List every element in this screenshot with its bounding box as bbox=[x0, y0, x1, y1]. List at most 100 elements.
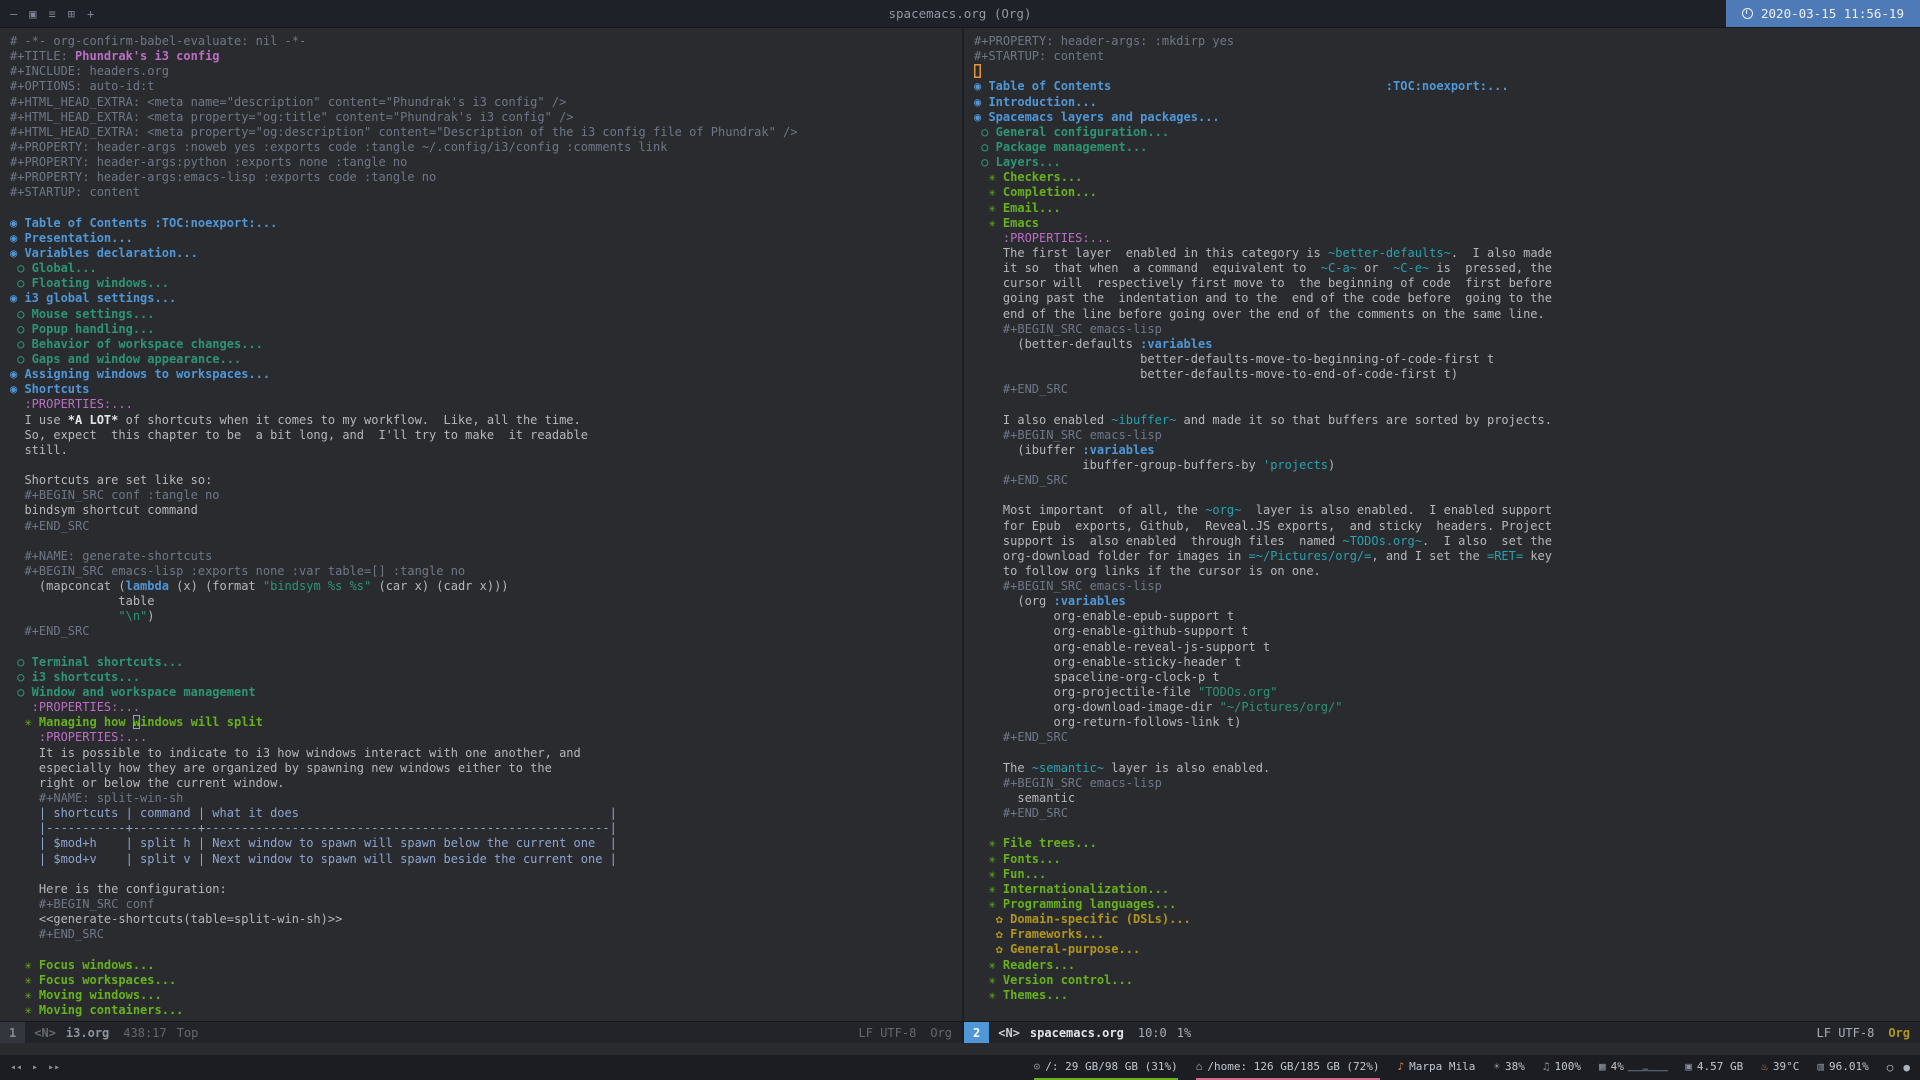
buffer-line bbox=[10, 534, 962, 549]
buffer-line: ○ Window and workspace management bbox=[10, 685, 256, 700]
buffer-line: ✳ Email... bbox=[974, 200, 1061, 215]
buffer-line: ✿ Domain-specific (DSLs)... bbox=[974, 912, 1191, 927]
buffer-line: ◉ Introduction... bbox=[974, 94, 1097, 109]
buffer-line: ✳ Managing how windows will split bbox=[10, 715, 263, 730]
temperature-value: 39°C bbox=[1772, 1060, 1800, 1073]
plus-icon[interactable]: + bbox=[87, 7, 94, 21]
system-tray: ○ ● bbox=[1887, 1055, 1910, 1080]
grid-icon[interactable]: ⊞ bbox=[68, 7, 75, 21]
buffer-line: org-enable-reveal-js-support t bbox=[974, 639, 1271, 654]
modeline-left: 1 <N> i3.org 438:17 Top LF UTF-8 Org bbox=[0, 1021, 962, 1043]
buffer-line: #+BEGIN_SRC emacs-lisp bbox=[974, 579, 1162, 594]
statusbar-modules: ⊙ /: 29 GB/98 GB (31%) ⌂ /home: 126 GB/185 … bbox=[1016, 1055, 1910, 1080]
buffer-line: ✳ Checkers... bbox=[974, 170, 1083, 185]
module-group: ⊙ /: 29 GB/98 GB (31%) ⌂ /home: 126 GB/185 … bbox=[1016, 1055, 1869, 1080]
buffer-line: ◉ Spacemacs layers and packages... bbox=[974, 109, 1220, 124]
buffer-line: :PROPERTIES:... bbox=[10, 397, 133, 412]
brightness-module: ☀ 38% bbox=[1493, 1055, 1525, 1080]
buffer-line: ○ i3 shortcuts... bbox=[10, 669, 141, 684]
buffer-line bbox=[974, 746, 1920, 761]
buffer-line: #+BEGIN_SRC emacs-lisp bbox=[974, 427, 1162, 442]
buffer-line: org-enable-sticky-header t bbox=[974, 654, 1242, 669]
buffer-line: ◉ Shortcuts bbox=[10, 382, 90, 397]
mpd-song-value: Marpa Mila bbox=[1409, 1060, 1476, 1073]
buffer-line: ✿ General-purpose... bbox=[974, 942, 1141, 957]
buffer-line: | shortcuts | command | what it does | bbox=[10, 806, 617, 821]
cpu-module: ▦ 4% ▁▁▁▂▁▁▁▁ bbox=[1599, 1055, 1668, 1080]
buffer-line: ✳ Fun... bbox=[974, 866, 1047, 881]
buffer-line: | $mod+h | split h | Next window to spaw… bbox=[10, 836, 617, 851]
window-spacemacs-org: #+PROPERTY: header-args: :mkdirp yes #+ST… bbox=[962, 28, 1920, 1043]
buffer-line: ○ Gaps and window appearance... bbox=[10, 351, 242, 366]
buffer-line: still. bbox=[10, 442, 68, 457]
buffer-line: ✳ Moving windows... bbox=[10, 987, 162, 1002]
buffer-line: ◉ i3 global settings... bbox=[10, 291, 177, 306]
buffer-line: ✳ Themes... bbox=[974, 987, 1068, 1002]
buffer-line: ◉ Table of Contents :TOC:noexport:... bbox=[10, 215, 278, 230]
fs-root-module: ⊙ /: 29 GB/98 GB (31%) bbox=[1033, 1055, 1178, 1080]
emacs-frame: # -*- org-confirm-babel-evaluate: nil -*… bbox=[0, 28, 1920, 1043]
buffer-line: #+PROPERTY: header-args :noweb yes :expo… bbox=[10, 139, 668, 154]
volume-module: ♫ 100% bbox=[1543, 1055, 1581, 1080]
buffer-line: The first layer enabled in this category… bbox=[974, 245, 1552, 260]
buffer-text-spacemacs-org[interactable]: #+PROPERTY: header-args: :mkdirp yes #+ST… bbox=[964, 28, 1920, 1021]
buffer-line bbox=[10, 201, 962, 216]
buffer-line: #+END_SRC bbox=[974, 382, 1068, 397]
layout-icon[interactable]: ▣ bbox=[29, 7, 36, 21]
buffer-line bbox=[974, 488, 1920, 503]
ram-value: 96.01% bbox=[1829, 1060, 1869, 1073]
tray-dot-icon[interactable]: ● bbox=[1903, 1061, 1910, 1074]
buffer-line: #+HTML_HEAD_EXTRA: <meta property="og:de… bbox=[10, 124, 798, 139]
buffer-name: i3.org bbox=[65, 1025, 110, 1040]
buffer-line: ◉ Variables declaration... bbox=[10, 245, 198, 260]
buffer-line: #+END_SRC bbox=[974, 473, 1068, 488]
ram-module: ▥ 96.01% bbox=[1817, 1055, 1868, 1080]
mpd-song-module: ♪ Marpa Mila bbox=[1398, 1055, 1476, 1080]
buffer-line: #+STARTUP: content bbox=[10, 185, 141, 200]
play-button[interactable]: ▸ bbox=[32, 1062, 38, 1073]
minimize-icon[interactable]: – bbox=[10, 7, 17, 21]
buffer-line bbox=[974, 397, 1920, 412]
buffer-line: #+STARTUP: content bbox=[974, 49, 1105, 64]
buffer-line: for Epub exports, Github, Reveal.JS expo… bbox=[974, 518, 1552, 533]
buffer-line: table bbox=[10, 594, 155, 609]
buffer-line: #+PROPERTY: header-args:python :exports … bbox=[10, 155, 408, 170]
buffer-line: it so that when a command equivalent to … bbox=[974, 261, 1552, 276]
encoding-indicator: LF UTF-8 bbox=[1816, 1025, 1875, 1040]
memory-icon: ▣ bbox=[1685, 1060, 1692, 1073]
buffer-line: ✳ Version control... bbox=[974, 972, 1133, 987]
window-number-badge: 1 bbox=[0, 1022, 26, 1043]
tray-circle-icon[interactable]: ○ bbox=[1887, 1061, 1894, 1074]
buffer-line: ✳ Emacs bbox=[974, 215, 1040, 230]
buffer-line: Shortcuts are set like so: bbox=[10, 473, 213, 488]
buffer-line: going past the indentation and to the en… bbox=[974, 291, 1552, 306]
buffer-line: # -*- org-confirm-babel-evaluate: nil -*… bbox=[10, 34, 307, 48]
buffer-line: especially how they are organized by spa… bbox=[10, 760, 552, 775]
buffer-line bbox=[10, 867, 962, 882]
next-button[interactable]: ▸▸ bbox=[48, 1062, 60, 1073]
buffer-line: spaceline-org-clock-p t bbox=[974, 669, 1220, 684]
buffer-line: #+HTML_HEAD_EXTRA: <meta property="og:ti… bbox=[10, 109, 574, 124]
buffer-line: ✳ Fonts... bbox=[974, 851, 1061, 866]
major-mode-indicator: Org bbox=[930, 1025, 952, 1040]
menu-icon[interactable]: ≡ bbox=[48, 7, 55, 21]
buffer-line: #+OPTIONS: auto-id:t bbox=[10, 79, 155, 94]
buffer-line: to follow org links if the cursor is on … bbox=[974, 563, 1321, 578]
buffer-line: ○ Floating windows... bbox=[10, 276, 169, 291]
buffer-line bbox=[10, 640, 962, 655]
buffer-line: end of the line before going over the en… bbox=[974, 306, 1545, 321]
buffer-line: ○ Behavior of workspace changes... bbox=[10, 336, 263, 351]
buffer-line: right or below the current window. bbox=[10, 775, 285, 790]
buffer-line: semantic bbox=[974, 791, 1076, 806]
buffer-line: ○ Package management... bbox=[974, 139, 1148, 154]
encoding-indicator: LF UTF-8 bbox=[858, 1025, 917, 1040]
buffer-line: (org :variables bbox=[974, 594, 1126, 609]
buffer-text-i3-org[interactable]: # -*- org-confirm-babel-evaluate: nil -*… bbox=[0, 28, 962, 1021]
buffer-line: better-defaults-move-to-end-of-code-firs… bbox=[974, 367, 1459, 382]
buffer-line: org-return-follows-link t) bbox=[974, 715, 1242, 730]
buffer-line: org-download-image-dir "~/Pictures/org/" bbox=[974, 700, 1343, 715]
buffer-line: Most important of all, the ~org~ layer i… bbox=[974, 503, 1552, 518]
previous-button[interactable]: ◂◂ bbox=[10, 1062, 22, 1073]
buffer-line: #+HTML_HEAD_EXTRA: <meta name="descripti… bbox=[10, 94, 567, 109]
datetime-widget: 2020-03-15 11:56-19 bbox=[1726, 0, 1920, 27]
